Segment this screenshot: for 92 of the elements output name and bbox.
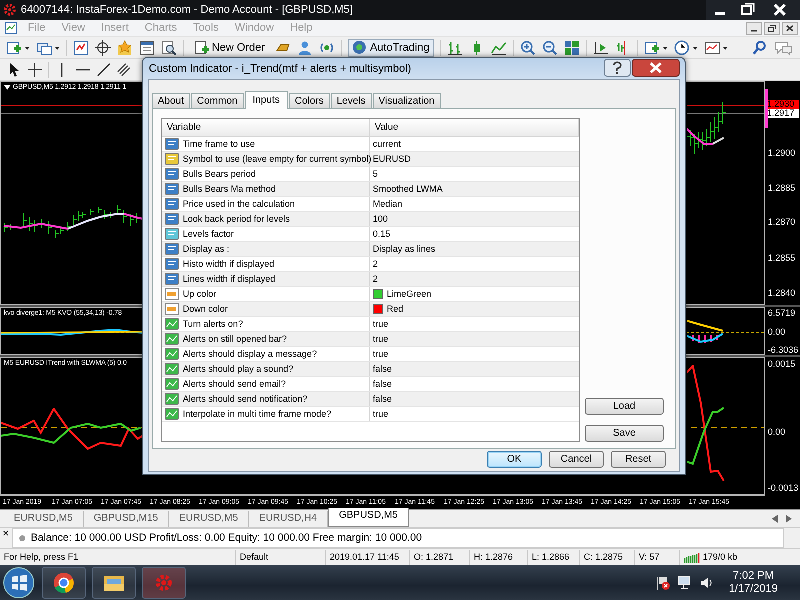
variable-value[interactable]: false: [373, 364, 392, 374]
variable-value[interactable]: true: [373, 334, 389, 344]
dialog-tab[interactable]: Levels: [330, 93, 372, 108]
axis-label: 1.2855: [768, 253, 796, 263]
table-row[interactable]: Alerts on still opened bar? true: [162, 332, 579, 347]
status-text: 2019.01.17 11:45: [330, 550, 400, 564]
status-text: H: 1.2876: [474, 550, 514, 564]
axis-label: -6.3036: [768, 345, 799, 355]
variable-name: Lines width if displayed: [183, 274, 276, 284]
load-button[interactable]: Load: [585, 398, 664, 415]
variable-name: Bulls Bears Ma method: [183, 184, 276, 194]
save-button[interactable]: Save: [585, 425, 664, 442]
variable-name: Up color: [183, 289, 217, 299]
clock-time[interactable]: 7:02 PM: [733, 570, 774, 582]
variable-value[interactable]: 2: [373, 259, 378, 269]
table-row[interactable]: Bulls Bears Ma method Smoothed LWMA: [162, 182, 579, 197]
variable-value[interactable]: true: [373, 319, 389, 329]
dialog-tab[interactable]: Common: [191, 93, 244, 108]
variable-name: Alerts should send email?: [183, 379, 286, 389]
dialog-tab[interactable]: Visualization: [372, 93, 441, 108]
variable-name: Down color: [183, 304, 228, 314]
variable-name: Alerts should display a message?: [183, 349, 318, 359]
table-row[interactable]: Lines width if displayed 2: [162, 272, 579, 287]
variable-value[interactable]: false: [373, 379, 392, 389]
variable-name: Histo width if displayed: [183, 259, 275, 269]
table-row[interactable]: Look back period for levels 100: [162, 212, 579, 227]
variable-value[interactable]: 0.15: [373, 229, 391, 239]
table-row[interactable]: Down color Red: [162, 302, 579, 317]
table-row[interactable]: Symbol to use (leave empty for current symbol)EURUSD: [162, 152, 579, 167]
variable-value[interactable]: Display as lines: [373, 244, 436, 254]
variable-value[interactable]: LimeGreen: [387, 289, 432, 299]
balance-text: Balance: 10 000.00 USD Profit/Loss: 0.00 Equity: 10 000.00 Free margin: 10 000.00: [31, 532, 422, 544]
variable-value[interactable]: 100: [373, 214, 388, 224]
dialog-button[interactable]: Cancel: [549, 451, 604, 468]
variable-name: Levels factor: [183, 229, 234, 239]
dialog-button[interactable]: OK: [487, 451, 542, 468]
dialog-tab[interactable]: Colors: [288, 93, 330, 108]
dialog-tab[interactable]: Inputs: [244, 91, 288, 109]
variable-value[interactable]: Red: [387, 304, 404, 314]
close-terminal-button[interactable]: ×: [0, 528, 12, 540]
variable-name: Alerts should play a sound?: [183, 364, 294, 374]
clock-date[interactable]: 1/17/2019: [729, 582, 778, 596]
variable-name: Bulls Bears period: [183, 169, 256, 179]
axis-label: 6.5719: [768, 308, 796, 318]
window-title: 64007144: InstaForex-1Demo.com - Demo Account - [GBPUSD,M5]: [21, 4, 354, 16]
status-text: 179/0 kb: [703, 550, 738, 564]
axis-label: 0.0015: [768, 359, 796, 369]
variable-value[interactable]: Smoothed LWMA: [373, 184, 443, 194]
variable-value[interactable]: true: [373, 409, 389, 419]
variable-value[interactable]: true: [373, 349, 389, 359]
variable-name: Symbol to use (leave empty for current symbol): [183, 154, 372, 164]
variable-value[interactable]: 5: [373, 169, 378, 179]
status-text: V: 57: [639, 550, 660, 564]
variable-value[interactable]: 2: [373, 274, 378, 284]
table-row[interactable]: Display as : Display as lines: [162, 242, 579, 257]
dialog-title: Custom Indicator - i_Trend(mtf + alerts + multisymbol): [148, 62, 412, 74]
status-text: L: 1.2866: [532, 550, 570, 564]
dialog-tab[interactable]: About: [152, 93, 190, 108]
axis-label: 0.00: [768, 327, 786, 337]
axis-label: -0.0013: [768, 483, 799, 493]
axis-label: 1.2870: [768, 217, 796, 227]
status-text: Default: [240, 550, 269, 564]
price-tag: 1.2930: [766, 100, 799, 109]
axis-label: 1.2900: [768, 148, 796, 158]
dialog-button[interactable]: Reset: [611, 451, 666, 468]
variable-name: Time frame to use: [183, 139, 256, 149]
column-header[interactable]: Variable: [162, 119, 370, 136]
status-text: C: 1.2875: [584, 550, 624, 564]
variable-value[interactable]: false: [373, 394, 392, 404]
variable-name: Alerts on still opened bar?: [183, 334, 288, 344]
table-row[interactable]: Alerts should play a sound? false: [162, 362, 579, 377]
status-text: For Help, press F1: [4, 550, 79, 564]
column-header[interactable]: Value: [370, 119, 579, 136]
variable-name: Interpolate in multi time frame mode?: [183, 409, 332, 419]
variable-value[interactable]: current: [373, 139, 402, 149]
variable-value[interactable]: EURUSD: [373, 154, 412, 164]
status-text: O: 1.2871: [414, 550, 454, 564]
price-tag: 1.2917: [766, 109, 799, 118]
variable-value[interactable]: Median: [373, 199, 403, 209]
new-order-button[interactable]: New Order: [190, 38, 270, 56]
chart-tab[interactable]: GBPUSD,M5: [328, 508, 409, 527]
variable-name: Display as :: [183, 244, 230, 254]
variable-name: Alerts should send notification?: [183, 394, 308, 404]
auto-trading-button[interactable]: AutoTrading: [348, 38, 434, 56]
axis-label: 0.00: [768, 427, 786, 437]
table-row[interactable]: Interpolate in multi time frame mode? true: [162, 407, 579, 422]
axis-label: 1.2840: [768, 288, 796, 298]
variable-name: Turn alerts on?: [183, 319, 244, 329]
axis-label: 1.2885: [768, 183, 796, 193]
variable-name: Look back period for levels: [183, 214, 290, 224]
variable-name: Price used in the calculation: [183, 199, 296, 209]
table-row[interactable]: Alerts should send notification? false: [162, 392, 579, 407]
